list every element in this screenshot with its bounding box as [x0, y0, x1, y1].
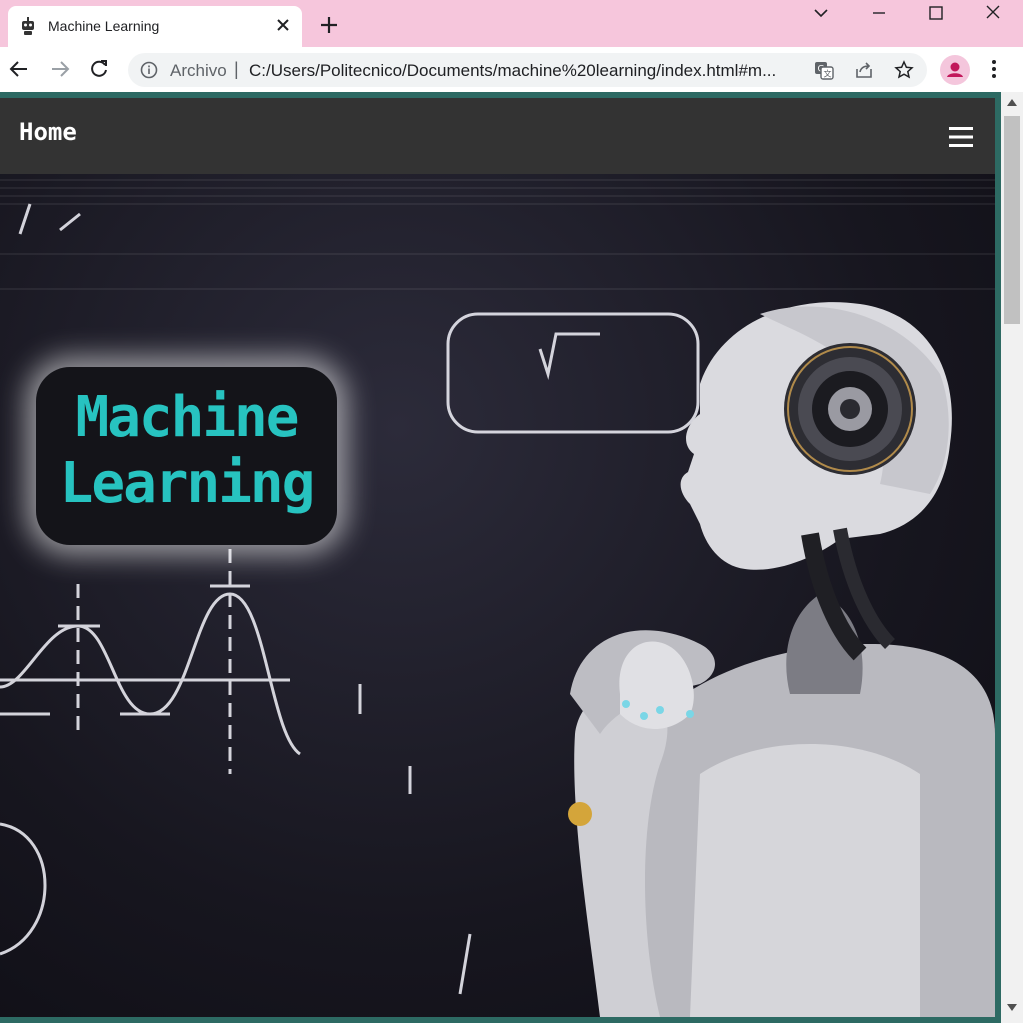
minimize-icon[interactable]: [868, 4, 890, 22]
forward-icon[interactable]: [49, 58, 71, 80]
scroll-down-icon[interactable]: [1007, 1004, 1017, 1012]
hero-title-line2: Learning: [59, 451, 316, 516]
back-icon[interactable]: [8, 58, 30, 80]
new-tab-icon[interactable]: [318, 14, 340, 36]
more-menu-icon[interactable]: [984, 58, 1004, 80]
web-page: Home Machine Learning: [0, 98, 995, 1017]
tab-search-icon[interactable]: [810, 4, 832, 22]
address-separator: |: [234, 59, 239, 79]
page-scrollbar[interactable]: [1001, 92, 1023, 1023]
url-text[interactable]: C:/Users/Politecnico/Documents/machine%2…: [249, 61, 776, 81]
tab-close-icon[interactable]: [274, 16, 292, 34]
hero-banner: Machine Learning: [0, 174, 995, 1017]
translate-icon[interactable]: G 文: [814, 60, 834, 80]
robot-icon: [22, 17, 34, 35]
scroll-thumb[interactable]: [1004, 116, 1020, 324]
bookmark-star-icon[interactable]: [894, 60, 914, 80]
profile-person-icon: [947, 62, 963, 77]
hamburger-icon[interactable]: [949, 125, 973, 149]
svg-text:文: 文: [824, 69, 832, 79]
page-viewport: Home Machine Learning: [0, 92, 1023, 1023]
info-icon[interactable]: [140, 61, 158, 79]
browser-toolbar: Archivo | C:/Users/Politecnico/Documents…: [0, 47, 1023, 92]
address-bar[interactable]: Archivo | C:/Users/Politecnico/Documents…: [128, 53, 927, 87]
scroll-up-icon[interactable]: [1007, 98, 1017, 106]
reload-icon[interactable]: [88, 58, 110, 80]
tab-strip: Machine Learning: [0, 0, 1023, 47]
robot-figure: [568, 302, 995, 1017]
profile-avatar[interactable]: [940, 55, 970, 85]
hero-title-line1: Machine: [75, 385, 299, 450]
hero-illustration: [0, 179, 995, 1017]
close-icon[interactable]: [982, 4, 1004, 22]
site-info-label: Archivo: [170, 61, 227, 80]
home-link[interactable]: Home: [19, 118, 77, 146]
browser-tab[interactable]: Machine Learning: [8, 6, 302, 47]
site-navbar: Home: [0, 98, 995, 174]
hero-title-card: Machine Learning: [36, 367, 337, 545]
share-icon[interactable]: [854, 60, 874, 80]
maximize-icon[interactable]: [925, 4, 947, 22]
tab-title: Machine Learning: [48, 18, 160, 34]
chalk-streaks: [0, 179, 995, 290]
